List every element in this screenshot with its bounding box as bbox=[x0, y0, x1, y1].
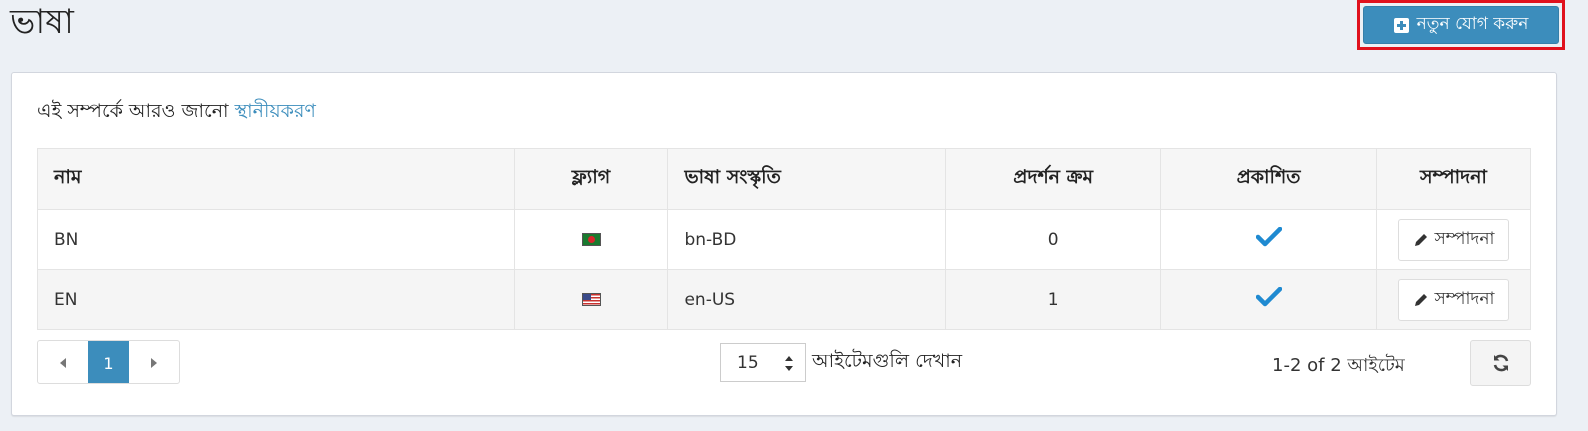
learn-more-prefix: এই সম্পর্কে আরও জানো bbox=[37, 100, 229, 122]
show-items-label: আইটেমগুলি দেখান bbox=[812, 350, 963, 372]
edit-button[interactable]: সম্পাদনা bbox=[1397, 278, 1510, 321]
column-header-display-order[interactable]: প্রদর্শন ক্রম bbox=[945, 148, 1162, 210]
column-header-edit: সম্পাদনা bbox=[1375, 148, 1532, 210]
page-number-button[interactable]: 1 bbox=[88, 341, 129, 383]
check-icon bbox=[1255, 227, 1282, 247]
prev-page-button[interactable] bbox=[38, 341, 88, 383]
cell-flag bbox=[513, 269, 669, 330]
add-new-button-highlight: নতুন যোগ করুন bbox=[1357, 0, 1565, 50]
column-header-culture[interactable]: ভাষা সংস্কৃতি bbox=[667, 148, 947, 210]
languages-panel: এই সম্পর্কে আরও জানো স্থানীয়করণ নাম ফ্ল… bbox=[11, 72, 1557, 416]
edit-label: সম্পাদনা bbox=[1434, 228, 1495, 249]
add-new-label: নতুন যোগ করুন bbox=[1416, 14, 1529, 34]
pencil-icon bbox=[1414, 293, 1427, 306]
table-row: EN en-US 1 সম্পাদনা bbox=[37, 269, 1532, 330]
caret-right-icon bbox=[151, 358, 157, 368]
column-header-flag[interactable]: ফ্ল্যাগ bbox=[513, 148, 669, 210]
table-header-row: নাম ফ্ল্যাগ ভাষা সংস্কৃতি প্রদর্শন ক্রম … bbox=[37, 148, 1532, 210]
refresh-icon bbox=[1493, 354, 1508, 372]
cell-flag bbox=[513, 209, 669, 270]
item-count: 1-2 of 2 আইটেম bbox=[1272, 355, 1405, 376]
learn-more-text: এই সম্পর্কে আরও জানো স্থানীয়করণ bbox=[37, 97, 316, 129]
page-title: ভাষা bbox=[10, 2, 74, 42]
cell-name: EN bbox=[37, 269, 515, 330]
localization-link[interactable]: স্থানীয়করণ bbox=[235, 100, 316, 122]
cell-published bbox=[1160, 209, 1377, 270]
column-header-name[interactable]: নাম bbox=[37, 148, 515, 210]
column-header-published[interactable]: প্রকাশিত bbox=[1160, 148, 1377, 210]
add-new-button[interactable]: নতুন যোগ করুন bbox=[1363, 6, 1559, 44]
pagination: 1 bbox=[37, 340, 180, 384]
table-row: BN bn-BD 0 সম্পাদনা bbox=[37, 209, 1532, 270]
refresh-button[interactable] bbox=[1470, 340, 1531, 386]
plus-square-icon bbox=[1393, 17, 1409, 33]
cell-name: BN bbox=[37, 209, 515, 270]
edit-label: সম্পাদনা bbox=[1434, 288, 1495, 309]
edit-button[interactable]: সম্পাদনা bbox=[1397, 218, 1510, 261]
cell-display-order: 1 bbox=[945, 269, 1162, 330]
languages-table: নাম ফ্ল্যাগ ভাষা সংস্কৃতি প্রদর্শন ক্রম … bbox=[37, 148, 1532, 330]
next-page-button[interactable] bbox=[129, 341, 179, 383]
cell-edit: সম্পাদনা bbox=[1375, 209, 1532, 270]
sort-arrows-icon bbox=[785, 356, 793, 371]
check-icon bbox=[1255, 287, 1282, 307]
cell-display-order: 0 bbox=[945, 209, 1162, 270]
page-size-value: 15 bbox=[737, 352, 759, 373]
cell-edit: সম্পাদনা bbox=[1375, 269, 1532, 330]
pencil-icon bbox=[1414, 233, 1427, 246]
flag-us-icon bbox=[581, 293, 601, 306]
flag-bd-icon bbox=[581, 233, 601, 246]
cell-published bbox=[1160, 269, 1377, 330]
page-size-select[interactable]: 15 bbox=[720, 343, 806, 382]
cell-culture: en-US bbox=[667, 269, 947, 330]
caret-left-icon bbox=[60, 358, 66, 368]
cell-culture: bn-BD bbox=[667, 209, 947, 270]
